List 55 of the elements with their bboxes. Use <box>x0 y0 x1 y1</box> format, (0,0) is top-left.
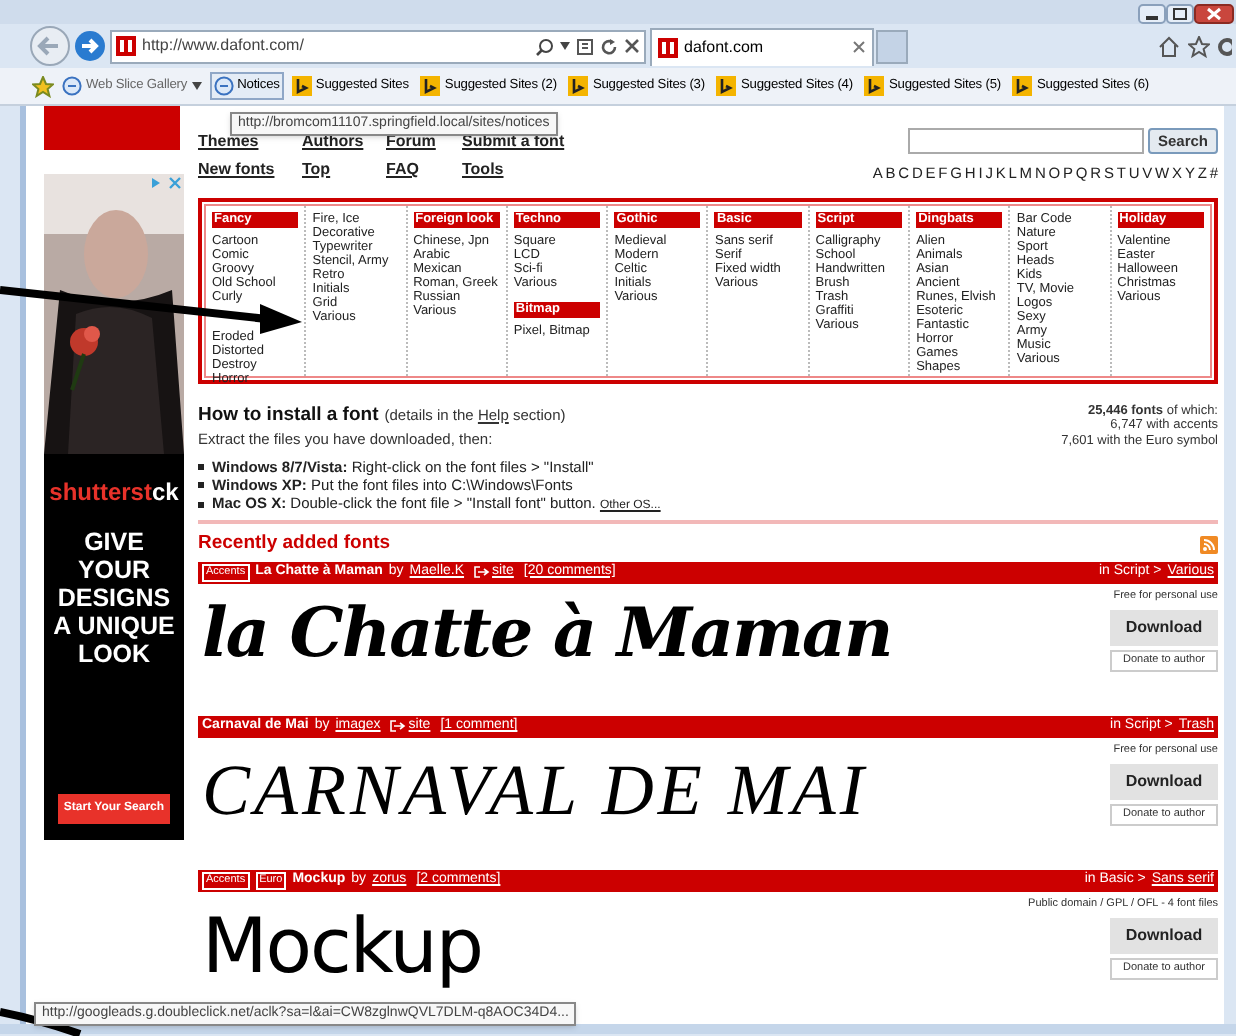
star-icon <box>1188 35 1210 57</box>
font-preview[interactable]: Mockup <box>202 907 482 984</box>
brand-name: shutterstck <box>49 480 179 504</box>
dropdown-icon <box>191 82 202 90</box>
nav-link[interactable]: Submit a font <box>462 132 565 152</box>
nav-link[interactable]: Forum <box>386 132 462 152</box>
dropdown-icon <box>560 42 570 50</box>
font-preview[interactable]: CARNAVAL DE MAI <box>202 753 868 826</box>
download-button[interactable]: Download <box>1110 609 1218 646</box>
ad-choices-icon <box>150 176 182 190</box>
download-button[interactable]: Download <box>1110 763 1218 800</box>
compatibility-icon <box>576 37 594 55</box>
search-field[interactable] <box>907 128 1144 154</box>
external-link-icon <box>390 720 407 733</box>
site-logo-icon <box>658 37 678 57</box>
tab-title: dafont.com <box>684 35 766 59</box>
nav-link[interactable]: Authors <box>302 132 386 152</box>
section-title: How to install a font <box>198 401 379 430</box>
site-logo-icon <box>116 36 136 56</box>
site-logo[interactable] <box>44 106 180 150</box>
browser-tab[interactable]: dafont.com <box>650 27 874 65</box>
home-icon <box>1158 35 1180 57</box>
page-icon <box>62 76 82 96</box>
refresh-icon <box>600 37 618 55</box>
ad-headline: GIVE YOUR DESIGNS A UNIQUE LOOK <box>51 528 177 668</box>
close-icon <box>624 38 640 54</box>
nav-link[interactable]: Themes <box>198 132 302 152</box>
new-tab-button[interactable] <box>876 29 908 63</box>
bing-icon <box>864 76 885 96</box>
url-text: http://www.dafont.com/ <box>142 34 306 58</box>
bing-icon <box>1012 76 1033 96</box>
download-button[interactable]: Download <box>1110 917 1218 954</box>
bing-icon <box>420 76 441 96</box>
font-preview[interactable]: la Chatte à Maman <box>202 599 892 668</box>
bullet-icon <box>198 463 204 470</box>
bullet-icon <box>198 501 204 508</box>
search-icon <box>536 37 554 55</box>
favorites-star-icon <box>32 75 54 97</box>
close-icon <box>852 40 866 54</box>
nav-link[interactable]: FAQ <box>386 160 462 180</box>
nav-link[interactable]: Tools <box>462 160 504 180</box>
address-bar[interactable]: http://www.dafont.com/ <box>110 29 646 63</box>
nav-link[interactable]: New fonts <box>198 160 302 180</box>
close-icon <box>1194 4 1234 24</box>
rss-icon <box>1200 535 1218 554</box>
external-link-icon <box>474 566 491 579</box>
section-title: Recently added fonts <box>198 530 391 558</box>
settings-icon <box>1216 35 1232 57</box>
bing-icon <box>291 76 312 96</box>
bing-icon <box>716 76 737 96</box>
bing-icon <box>568 76 589 96</box>
page-icon <box>213 76 234 96</box>
nav-link[interactable]: Top <box>302 160 386 180</box>
forward-icon <box>74 30 106 62</box>
bullet-icon <box>198 481 204 488</box>
